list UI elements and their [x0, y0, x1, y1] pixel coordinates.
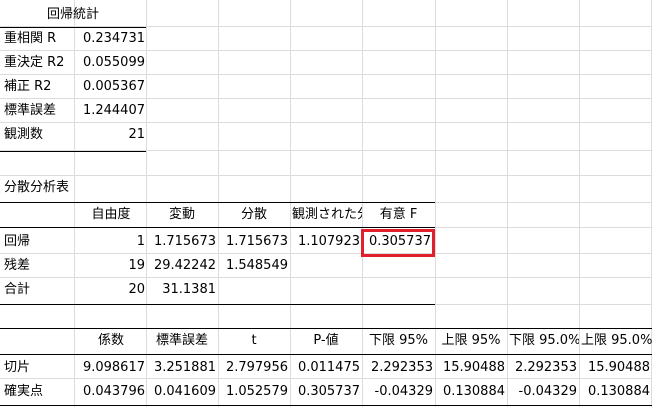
anova-regression-ms[interactable]: 1.715673	[218, 230, 290, 254]
reg-value-adj-r2[interactable]: 0.005367	[75, 75, 147, 99]
coef-row-label-intercept[interactable]: 切片	[2, 356, 74, 380]
coef-intercept-upper-950[interactable]: 15.90488	[579, 356, 652, 380]
anova-regression-ss[interactable]: 1.715673	[146, 230, 218, 254]
reg-value-r2[interactable]: 0.055099	[75, 51, 147, 75]
coef-intercept-lower-950[interactable]: 2.292353	[507, 356, 579, 380]
anova-row-label-residual[interactable]: 残差	[2, 254, 74, 278]
reg-label-std-error[interactable]: 標準誤差	[2, 99, 74, 123]
reg-label-r[interactable]: 重相関 R	[2, 27, 74, 51]
reg-value-observations[interactable]: 21	[75, 123, 147, 147]
anova-header-f[interactable]: 観測された分散比	[290, 203, 362, 227]
anova-header-ss[interactable]: 変動	[146, 203, 218, 227]
coef-header-std-error[interactable]: 標準誤差	[146, 329, 218, 353]
coef-header-coefficient[interactable]: 係数	[75, 329, 147, 353]
coef-variable-upper-950[interactable]: 0.130884	[579, 380, 652, 404]
anova-title[interactable]: 分散分析表	[2, 176, 142, 200]
coef-header-rule	[0, 354, 652, 355]
reg-header-rule	[0, 27, 146, 28]
coef-variable-upper-95[interactable]: 0.130884	[435, 380, 507, 404]
coef-variable-std-error[interactable]: 0.041609	[146, 380, 218, 404]
reg-label-adj-r2[interactable]: 補正 R2	[2, 75, 74, 99]
anova-residual-ss[interactable]: 29.42242	[146, 254, 218, 278]
anova-header-sig-f[interactable]: 有意 F	[362, 203, 435, 227]
sig-f-highlight	[361, 229, 435, 257]
anova-total-df[interactable]: 20	[75, 278, 147, 302]
anova-total-ss[interactable]: 31.1381	[146, 278, 218, 302]
reg-label-observations[interactable]: 観測数	[2, 123, 74, 147]
coef-bottom-rule	[0, 405, 652, 406]
coef-header-lower-95[interactable]: 下限 95%	[362, 329, 435, 353]
coef-variable-t[interactable]: 1.052579	[218, 380, 290, 404]
coef-intercept-std-error[interactable]: 3.251881	[146, 356, 218, 380]
coef-header-p-value[interactable]: P-値	[290, 329, 362, 353]
regression-stats-header[interactable]: 回帰統計	[0, 3, 146, 27]
coef-variable-p-value[interactable]: 0.305737	[290, 380, 362, 404]
reg-value-r[interactable]: 0.234731	[75, 27, 147, 51]
coef-header-t[interactable]: t	[218, 329, 290, 353]
coef-header-upper-95[interactable]: 上限 95%	[435, 329, 507, 353]
coef-top-rule	[0, 328, 652, 329]
anova-residual-df[interactable]: 19	[75, 254, 147, 278]
anova-residual-ms[interactable]: 1.548549	[218, 254, 290, 278]
coef-variable-coefficient[interactable]: 0.043796	[75, 380, 147, 404]
anova-header-df[interactable]: 自由度	[75, 203, 147, 227]
coef-intercept-t[interactable]: 2.797956	[218, 356, 290, 380]
spreadsheet-grid[interactable]: 回帰統計 重相関 R 0.234731 重決定 R2 0.055099 補正 R…	[0, 0, 652, 407]
coef-variable-lower-950[interactable]: -0.04329	[507, 380, 579, 404]
reg-value-std-error[interactable]: 1.244407	[75, 99, 147, 123]
coef-intercept-p-value[interactable]: 0.011475	[290, 356, 362, 380]
anova-header-ms[interactable]: 分散	[218, 203, 290, 227]
coef-header-lower-950[interactable]: 下限 95.0%	[507, 329, 579, 353]
coef-header-upper-950[interactable]: 上限 95.0%	[579, 329, 652, 353]
anova-regression-df[interactable]: 1	[75, 230, 147, 254]
coef-intercept-coefficient[interactable]: 9.098617	[75, 356, 147, 380]
reg-label-r2[interactable]: 重決定 R2	[2, 51, 74, 75]
reg-bottom-rule	[0, 151, 146, 152]
anova-regression-f[interactable]: 1.107923	[290, 230, 362, 254]
anova-row-label-total[interactable]: 合計	[2, 278, 74, 302]
coef-intercept-upper-95[interactable]: 15.90488	[435, 356, 507, 380]
anova-header-rule	[0, 227, 435, 228]
coef-variable-lower-95[interactable]: -0.04329	[362, 380, 435, 404]
coef-row-label-variable[interactable]: 確実点	[2, 380, 74, 404]
anova-row-label-regression[interactable]: 回帰	[2, 230, 74, 254]
anova-top-rule	[0, 202, 435, 203]
coef-intercept-lower-95[interactable]: 2.292353	[362, 356, 435, 380]
anova-bottom-rule	[0, 304, 435, 305]
